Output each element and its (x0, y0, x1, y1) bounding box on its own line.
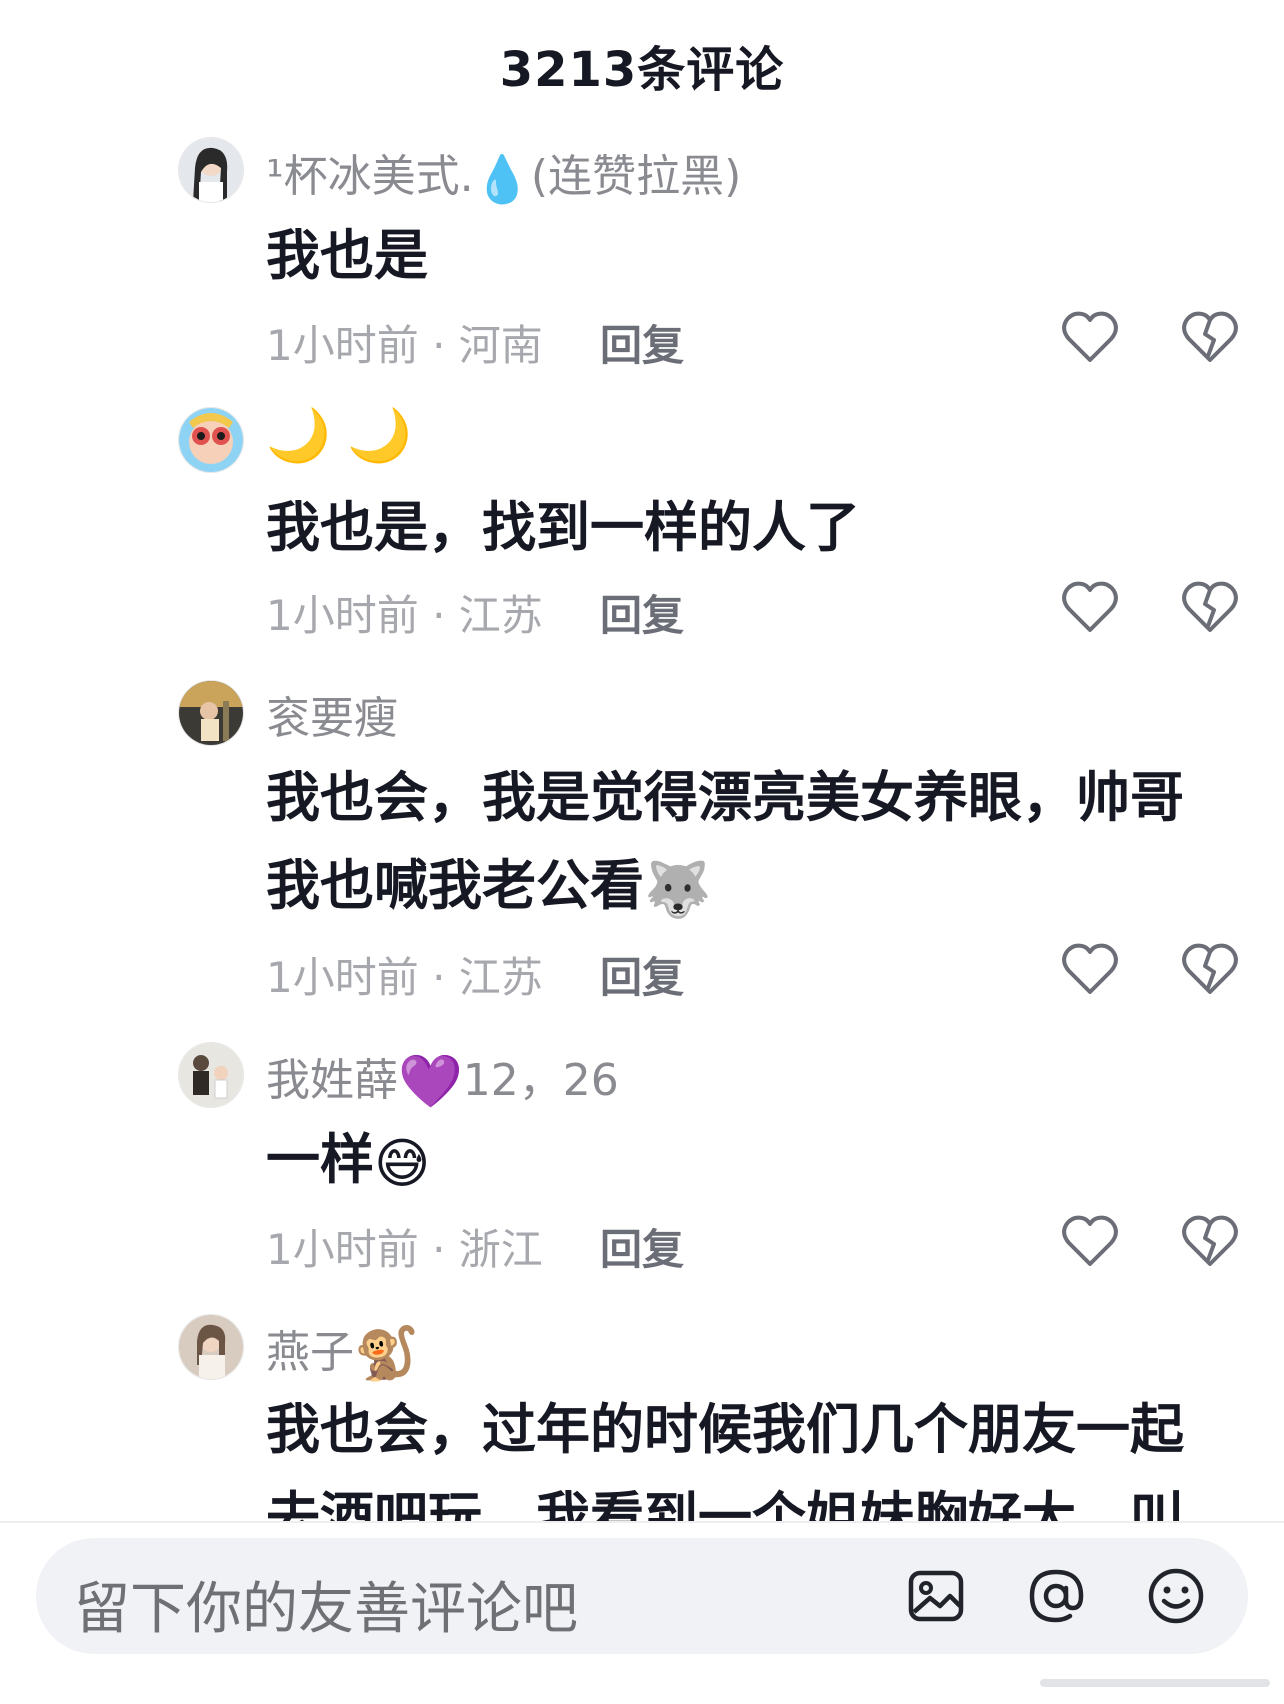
heart-icon[interactable] (1061, 580, 1119, 634)
heart-icon[interactable] (1061, 1214, 1119, 1268)
heart-icon[interactable] (1061, 942, 1119, 996)
comment-meta: 1小时前 · 江苏 (266, 591, 543, 640)
username-text: 衮要瘦 (266, 693, 398, 744)
comment-text-body: 一样 (266, 1128, 374, 1191)
monkey-emoji: 🐒 (354, 1324, 419, 1384)
grinning-sweat-emoji: 😅 (374, 1132, 431, 1195)
comment-text: 我也会，我是觉得漂亮美女养眼，帅哥我也喊我老公看🐺 (266, 754, 1236, 934)
comment-text: 我也是，找到一样的人了 (266, 496, 860, 559)
username[interactable]: 🌙 🌙 (266, 405, 412, 466)
reply-button[interactable]: 回复 (600, 312, 684, 373)
moon-emoji: 🌙 🌙 (266, 406, 413, 466)
username[interactable]: 衮要瘦 (266, 682, 398, 746)
broken-heart-icon[interactable] (1181, 580, 1239, 634)
divider (0, 1521, 1284, 1523)
comment-text: 我也是 (266, 224, 428, 287)
broken-heart-icon[interactable] (1181, 1214, 1239, 1268)
reply-button[interactable]: 回复 (600, 1216, 684, 1277)
at-icon[interactable] (1026, 1566, 1086, 1626)
comment-input-bar[interactable]: 留下你的友善评论吧 (36, 1538, 1248, 1654)
username-suffix: 12，26 (462, 1055, 619, 1106)
home-indicator (1040, 1679, 1270, 1687)
comment-input[interactable]: 留下你的友善评论吧 (74, 1564, 578, 1645)
emoji-icon[interactable] (1146, 1566, 1206, 1626)
broken-heart-icon[interactable] (1181, 310, 1239, 364)
water-drop-emoji: 💧 (473, 152, 531, 206)
image-icon[interactable] (906, 1566, 966, 1626)
username-text: 我姓薛 (266, 1055, 398, 1106)
comment-text: 我也会，过年的时候我们几个朋友一起去酒吧玩，我看到一个姐妹胸好大，叫 (266, 1398, 1184, 1521)
comment-meta: 1小时前 · 浙江 (266, 1225, 543, 1274)
username[interactable]: 燕子🐒 (266, 1316, 419, 1384)
comment-text-body: 我也会，我是觉得漂亮美女养眼，帅哥我也喊我老公看 (266, 766, 1184, 917)
broken-heart-icon[interactable] (1181, 942, 1239, 996)
reply-button[interactable]: 回复 (600, 944, 684, 1005)
avatar[interactable] (178, 680, 244, 746)
purple-heart-emoji: 💜 (398, 1052, 463, 1112)
wolf-emoji: 🐺 (644, 858, 712, 921)
username-text: 燕子 (266, 1327, 354, 1378)
comment-meta: 1小时前 · 江苏 (266, 953, 543, 1002)
comment-meta: 1小时前 · 河南 (266, 321, 543, 370)
comment-list: ¹杯冰美式.💧(连赞拉黑) 我也是 1小时前 · 河南 回复 🌙 🌙 我也是，找… (0, 0, 1284, 1521)
comment-text: 一样😅 (266, 1116, 1236, 1208)
username-text: ¹杯冰美式. (266, 151, 474, 202)
avatar[interactable] (178, 1314, 244, 1380)
username-suffix: (连赞拉黑) (530, 151, 742, 202)
avatar[interactable] (178, 1042, 244, 1108)
username[interactable]: ¹杯冰美式.💧(连赞拉黑) (266, 140, 741, 207)
heart-icon[interactable] (1061, 310, 1119, 364)
username[interactable]: 我姓薛💜12，26 (266, 1044, 619, 1112)
reply-button[interactable]: 回复 (600, 582, 684, 643)
avatar[interactable] (178, 137, 244, 203)
avatar[interactable] (178, 407, 244, 473)
